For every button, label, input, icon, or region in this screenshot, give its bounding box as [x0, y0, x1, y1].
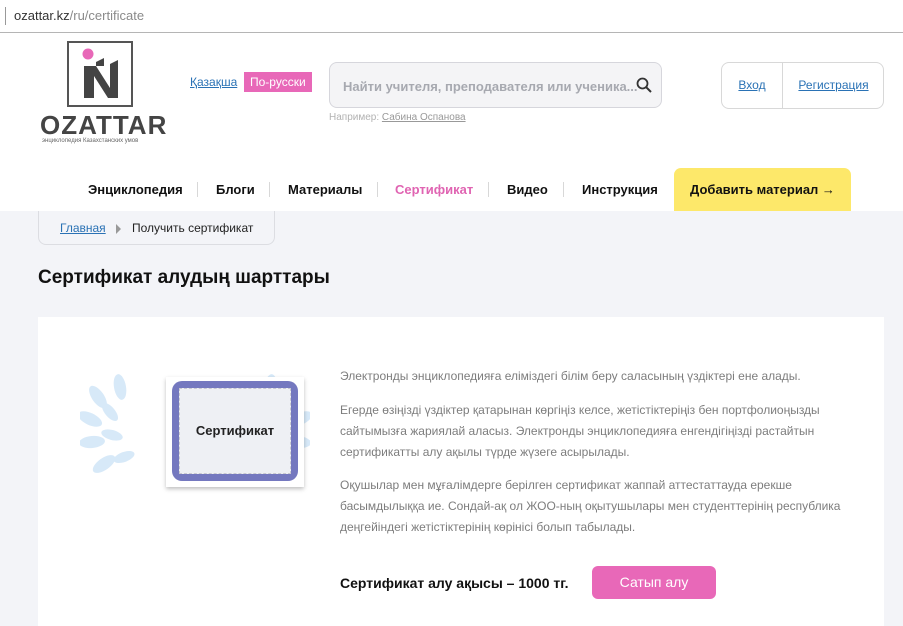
logo-wordmark: OZATTAR: [40, 110, 168, 140]
site-logo[interactable]: OZATTAR энциклопедия Казахстанских умов: [40, 40, 168, 148]
nav-divider: [269, 182, 270, 197]
address-bar[interactable]: ozattar.kz/ru/certificate: [0, 0, 903, 33]
breadcrumb-arrow-icon: [116, 224, 121, 234]
nav-item-certificate[interactable]: Сертификат: [395, 168, 473, 211]
nav-item-materials[interactable]: Материалы: [288, 168, 362, 211]
address-url[interactable]: ozattar.kz/ru/certificate: [14, 8, 144, 23]
logo-mark-icon: [67, 41, 133, 107]
nav-divider: [197, 182, 198, 197]
breadcrumb-home-link[interactable]: Главная: [60, 221, 106, 235]
nav-divider: [563, 182, 564, 197]
search-icon[interactable]: [636, 77, 652, 93]
nav-item-encyclopedia[interactable]: Энциклопедия: [88, 168, 183, 211]
url-path: /ru/certificate: [69, 8, 145, 23]
main-nav: Энциклопедия Блоги Материалы Сертификат …: [0, 168, 903, 211]
certificate-card: Сертификат Электронды энциклопедияға елі…: [38, 317, 884, 626]
search-hint-example[interactable]: Сабина Оспанова: [382, 112, 466, 123]
nav-divider: [377, 182, 378, 197]
logo-tagline: энциклопедия Казахстанских умов: [42, 138, 139, 144]
certificate-fee: Сертификат алу ақысы – 1000 тг.: [340, 575, 569, 591]
add-material-button[interactable]: Добавить материал →: [674, 168, 851, 211]
nav-divider: [488, 182, 489, 197]
login-link[interactable]: Вход: [722, 63, 783, 108]
search-hint: Например: Сабина Оспанова: [329, 112, 466, 123]
language-kazakh-link[interactable]: Қазақша: [190, 75, 237, 89]
nav-item-instruction[interactable]: Инструкция: [582, 168, 658, 211]
breadcrumb-current: Получить сертификат: [132, 221, 254, 235]
language-russian-active[interactable]: По-русски: [244, 72, 312, 92]
breadcrumb: Главная Получить сертификат: [38, 211, 275, 245]
description-paragraph: Егерде өзіңізді үздіктер қатарынан көргі…: [340, 403, 820, 459]
certificate-title: Сертификат: [195, 423, 275, 438]
search-hint-prefix: Например:: [329, 112, 380, 123]
search-placeholder: Найти учителя, преподавателя или ученика…: [343, 79, 638, 94]
auth-box: Вход Регистрация: [721, 62, 884, 109]
url-domain: ozattar.kz: [14, 8, 70, 23]
description-paragraph: Оқушылар мен мұғалімдерге берілген серти…: [340, 478, 841, 534]
text-cursor: [5, 7, 6, 25]
description-paragraph: Электронды энциклопедияға еліміздегі біл…: [340, 369, 801, 383]
nav-item-video[interactable]: Видео: [507, 168, 548, 211]
certificate-illustration: Сертификат: [80, 367, 310, 502]
search-input[interactable]: Найти учителя, преподавателя или ученика…: [329, 62, 662, 108]
page-title: Сертификат алудың шарттары: [38, 267, 330, 288]
register-link[interactable]: Регистрация: [783, 63, 884, 108]
buy-button[interactable]: Сатып алу: [592, 566, 716, 599]
nav-item-blogs[interactable]: Блоги: [216, 168, 255, 211]
